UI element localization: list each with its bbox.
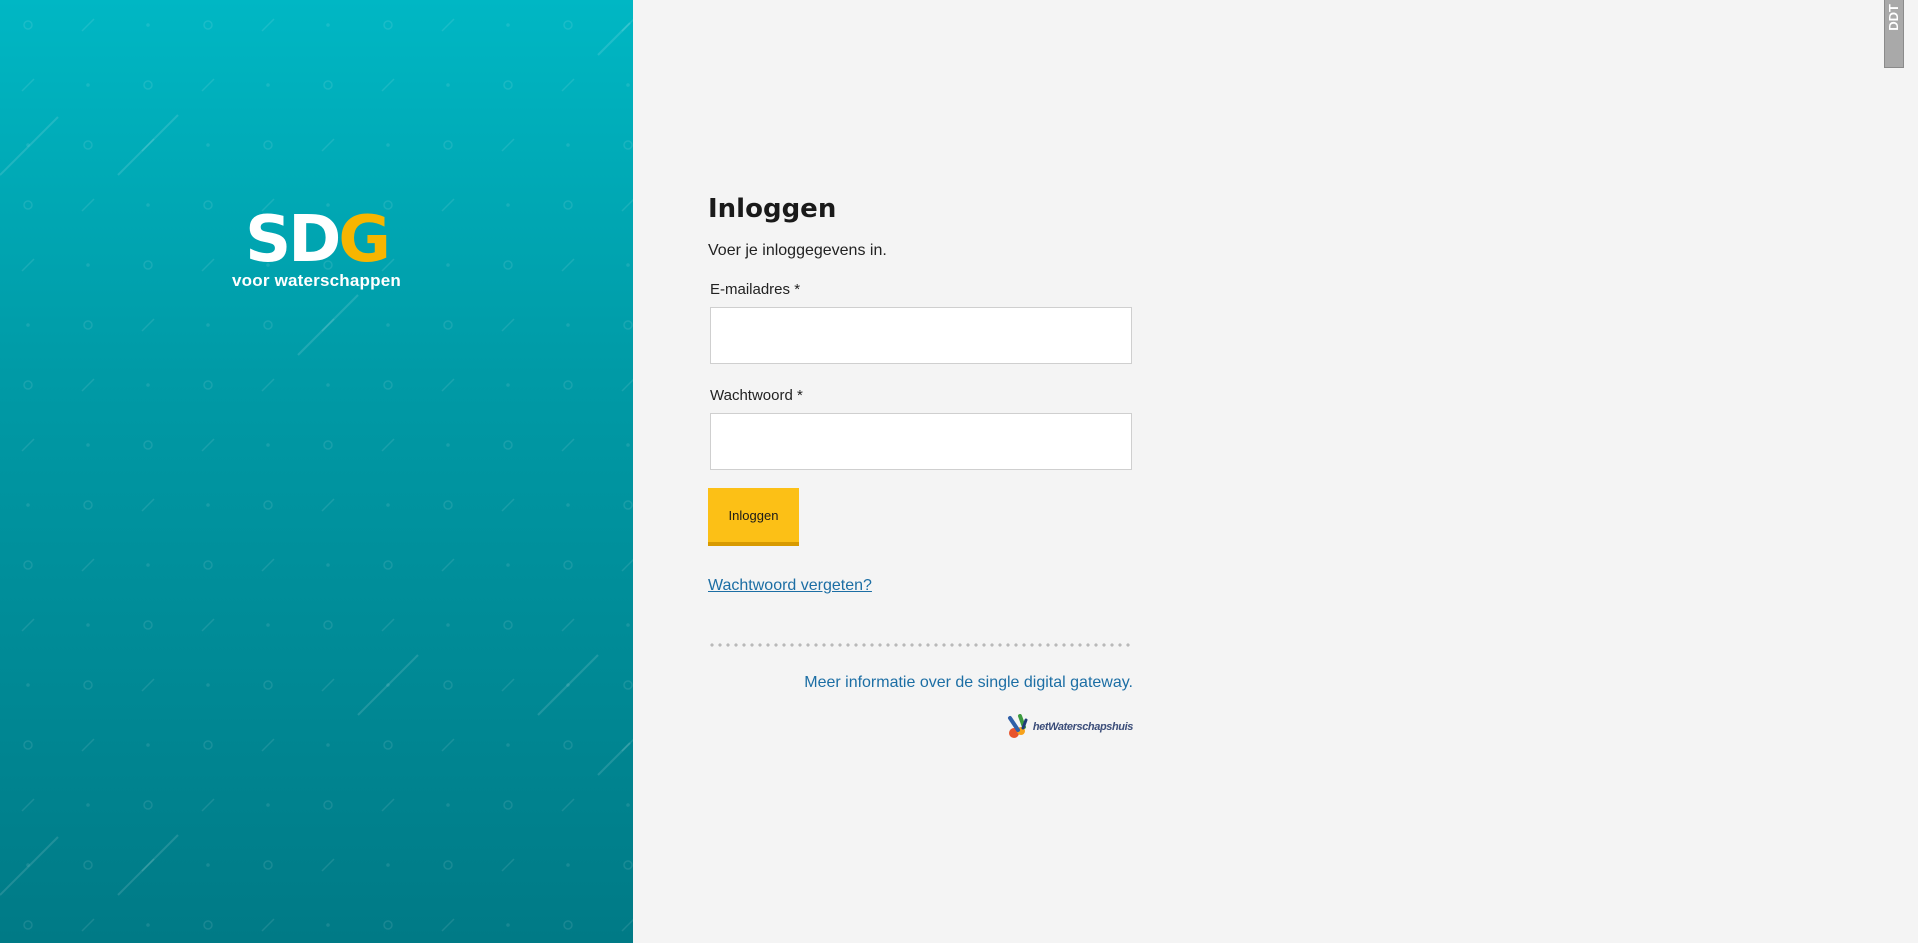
page-title: Inloggen [708, 194, 837, 224]
form-panel: DDT Inloggen Voer je inloggegevens in. E… [633, 0, 1918, 943]
login-page: SDG voor waterschappen DDT Inloggen Voer… [0, 0, 1918, 943]
dotted-divider [708, 643, 1133, 647]
debug-toolbar-label: DDT [1886, 4, 1901, 31]
branding-panel: SDG voor waterschappen [0, 0, 633, 943]
sdg-logo: SDG voor waterschappen [0, 205, 633, 291]
logo-subtitle: voor waterschappen [232, 271, 401, 290]
background-pattern [0, 18, 633, 932]
forgot-password-link[interactable]: Wachtwoord vergeten? [708, 577, 872, 595]
waterschapshuis-logo: hetWaterschapshuis [708, 714, 1133, 740]
email-field[interactable] [710, 307, 1132, 364]
waterschapshuis-mark-icon [1007, 714, 1028, 738]
email-label: E-mailadres * [710, 281, 801, 298]
logo-letters-sd: SD [245, 203, 341, 277]
sdg-info-link[interactable]: Meer informatie over de single digital g… [708, 674, 1133, 692]
debug-toolbar-toggle[interactable]: DDT [1884, 0, 1904, 68]
password-field[interactable] [710, 413, 1132, 470]
form-instructions: Voer je inloggegevens in. [708, 242, 887, 259]
partner-name: hetWaterschapshuis [1032, 721, 1134, 733]
logo-letter-g: G [338, 203, 391, 277]
login-button[interactable]: Inloggen [708, 488, 799, 546]
password-label: Wachtwoord * [710, 387, 803, 404]
login-form: Inloggen Voer je inloggegevens in. E-mai… [708, 190, 1133, 740]
logo-mark: SDG [0, 205, 633, 275]
